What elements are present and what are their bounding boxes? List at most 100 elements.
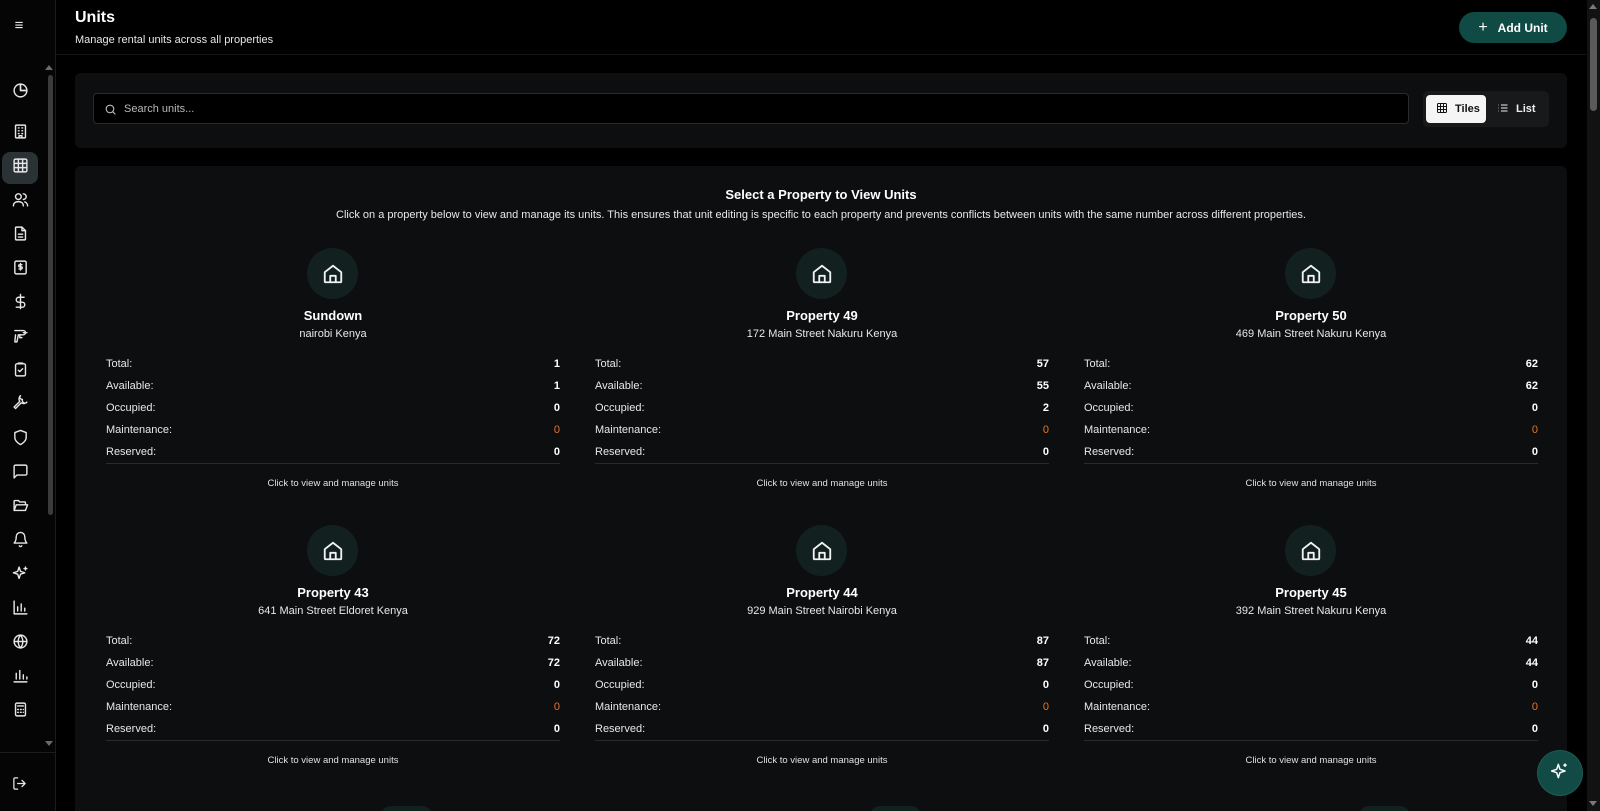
sidebar-scrollbar[interactable] [48,75,53,515]
card-cta-text: Click to view and manage units [1245,478,1377,489]
sidebar-item-tenants[interactable] [2,186,38,218]
property-card[interactable]: Sundown nairobi Kenya Total: 1 Available: 1 Oc… [106,248,560,498]
sidebar-item-calculator[interactable] [2,696,38,728]
page-scrollbar-thumb[interactable] [1590,18,1597,111]
sidebar-item-leases[interactable] [2,220,38,252]
sidebar-scroll-down[interactable] [45,741,53,746]
card-divider [106,740,560,741]
stat-label-total: Total: [106,635,133,647]
stat-label-occupied: Occupied: [106,402,156,414]
card-cta-text: Click to view and manage units [267,478,399,489]
stat-value-occupied: 2 [1042,402,1049,414]
sidebar-item-reports[interactable] [2,594,38,626]
sidebar-item-insights[interactable] [2,628,38,660]
sidebar: ≡ [0,0,56,811]
scroll-down-arrow[interactable] [1589,801,1597,806]
sidebar-item-inspections[interactable] [2,356,38,388]
property-icon-peek [870,806,921,811]
stat-label-occupied: Occupied: [595,679,645,691]
property-name: Property 50 [1275,308,1347,323]
sidebar-item-dashboard[interactable] [2,77,38,109]
stat-row-reserved: Reserved: 0 [1084,723,1538,737]
stat-label-maintenance: Maintenance: [1084,424,1151,436]
property-card[interactable]: Property 45 392 Main Street Nakuru Kenya T… [1084,525,1538,775]
card-divider [106,463,560,464]
property-name: Property 44 [786,585,858,600]
home-icon [307,248,358,299]
sidebar-item-analytics[interactable] [2,662,38,694]
stat-label-available: Available: [595,380,643,392]
stat-label-maintenance: Maintenance: [1084,701,1151,713]
sidebar-item-ai[interactable] [2,560,38,592]
stat-label-reserved: Reserved: [1084,723,1135,735]
stat-value-occupied: 0 [553,679,560,691]
search-input[interactable] [124,94,1394,123]
stat-row-total: Total: 44 [1084,635,1538,649]
stat-row-occupied: Occupied: 0 [1084,679,1538,693]
property-card[interactable]: Property 44 929 Main Street Nairobi Kenya… [595,525,1049,775]
property-card[interactable]: Property 50 469 Main Street Nakuru Kenya T… [1084,248,1538,498]
stat-row-occupied: Occupied: 0 [106,402,560,416]
sidebar-item-messages[interactable] [2,458,38,490]
dollar-icon [12,293,29,315]
add-unit-button[interactable]: + Add Unit [1459,12,1567,43]
stat-label-reserved: Reserved: [595,446,646,458]
sidebar-item-payments[interactable] [2,288,38,320]
sidebar-item-notifications[interactable] [2,526,38,558]
property-address: 469 Main Street Nakuru Kenya [1235,328,1387,340]
stat-value-total: 44 [1525,635,1538,647]
stat-row-maintenance: Maintenance: 0 [595,701,1049,715]
sparkles-icon [12,565,29,587]
property-address: 929 Main Street Nairobi Kenya [747,605,897,617]
search-icon [104,103,117,116]
stat-row-reserved: Reserved: 0 [1084,446,1538,460]
search-panel: Tiles List [75,73,1567,148]
stat-label-total: Total: [106,358,133,370]
stat-value-maintenance: 0 [1531,424,1538,436]
card-divider [595,463,1049,464]
home-icon [1285,525,1336,576]
property-name: Sundown [303,308,363,323]
tiles-label: Tiles [1455,103,1480,115]
stat-value-available: 87 [1036,657,1049,669]
list-icon [1497,102,1509,117]
card-cta-text: Click to view and manage units [267,755,399,766]
sidebar-item-invoices[interactable] [2,254,38,286]
receipt-icon [12,259,29,281]
stat-label-available: Available: [1084,657,1132,669]
page-title: Units [75,9,115,26]
sidebar-scroll-up[interactable] [45,65,53,70]
home-icon [1285,248,1336,299]
stat-value-occupied: 0 [1042,679,1049,691]
stat-label-available: Available: [595,657,643,669]
stat-label-occupied: Occupied: [1084,679,1134,691]
logout-button[interactable] [6,775,32,797]
sidebar-item-properties[interactable] [2,118,38,150]
stat-row-available: Available: 87 [595,657,1049,671]
property-card[interactable]: Property 43 641 Main Street Eldoret Kenya… [106,525,560,775]
list-view-button[interactable]: List [1487,95,1545,123]
menu-icon[interactable]: ≡ [8,14,30,36]
stat-row-available: Available: 55 [595,380,1049,394]
card-cta-text: Click to view and manage units [756,478,888,489]
property-address: 392 Main Street Nakuru Kenya [1235,605,1387,617]
property-card[interactable]: Property 49 172 Main Street Nakuru Kenya T… [595,248,1049,498]
view-toggle: Tiles List [1423,91,1549,127]
sidebar-item-documents[interactable] [2,492,38,524]
stat-value-maintenance: 0 [1531,701,1538,713]
property-address: nairobi Kenya [299,328,367,340]
ai-assistant-button[interactable] [1538,751,1582,795]
sidebar-item-maintenance[interactable] [2,390,38,422]
sidebar-item-tools[interactable] [2,322,38,354]
grid-icon [1436,102,1448,117]
sidebar-item-security[interactable] [2,424,38,456]
stat-value-reserved: 0 [553,723,560,735]
stat-row-occupied: Occupied: 0 [595,679,1049,693]
search-box[interactable] [93,93,1409,124]
building-icon [12,123,29,145]
page-scrollbar[interactable] [1587,0,1600,811]
sidebar-item-units[interactable] [2,152,38,184]
card-divider [1084,463,1538,464]
tiles-view-button[interactable]: Tiles [1426,95,1486,123]
scroll-up-arrow[interactable] [1589,4,1597,9]
